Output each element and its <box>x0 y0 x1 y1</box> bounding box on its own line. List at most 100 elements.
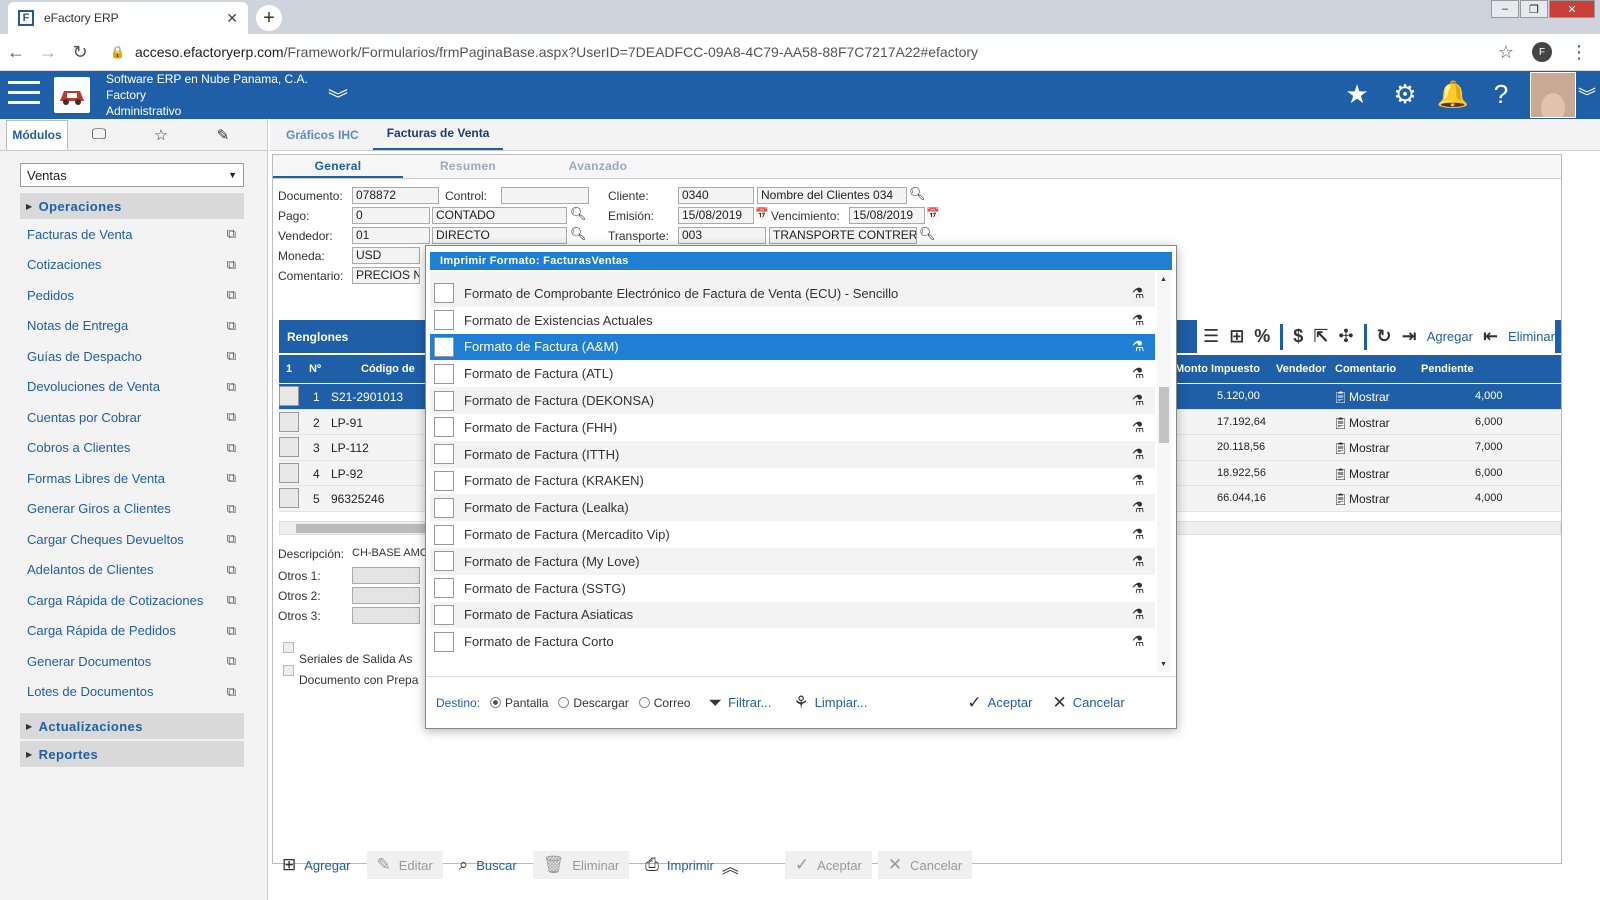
format-preview-icon[interactable]: ⚗ <box>1127 499 1149 516</box>
aceptar-button[interactable]: ✓ Aceptar <box>784 851 872 879</box>
refresh-icon[interactable]: ↻ <box>1377 326 1392 347</box>
transporte-desc-field[interactable]: TRANSPORTE CONTRERA <box>769 227 917 244</box>
external-link-icon[interactable]: ⧉ <box>227 440 236 456</box>
double-chevron-down-icon[interactable]: ︾ <box>328 83 348 112</box>
pago-field[interactable]: 0 <box>352 207 430 224</box>
sidebar-item[interactable]: Devoluciones de Venta ⧉ <box>20 372 244 403</box>
moneda-field[interactable]: USD <box>352 247 420 264</box>
format-checkbox[interactable] <box>434 604 454 625</box>
format-row[interactable]: Formato de Existencias Actuales ⚗ <box>430 307 1155 334</box>
browser-tab[interactable]: F eFactory ERP ✕ <box>8 2 248 34</box>
format-row[interactable]: Formato de Factura (FHH) ⚗ <box>430 414 1155 441</box>
format-row[interactable]: Formato de Factura (ATL) ⚗ <box>430 360 1155 387</box>
grid-add-button[interactable]: Agregar <box>1427 329 1473 344</box>
format-checkbox[interactable] <box>434 417 454 438</box>
search-icon[interactable]: 🔍︎ <box>570 226 587 242</box>
format-preview-icon[interactable]: ⚗ <box>1127 285 1149 302</box>
browser-menu-icon[interactable]: ⋮ <box>1570 42 1588 63</box>
format-preview-icon[interactable]: ⚗ <box>1127 553 1149 570</box>
row-checkbox[interactable] <box>279 437 299 457</box>
restore-icon[interactable]: ❐ <box>1520 0 1548 18</box>
row-comentario[interactable]: Mostrar <box>1349 441 1390 455</box>
list-icon[interactable]: ☰ <box>1203 326 1219 347</box>
documento-prep-checkbox[interactable] <box>283 665 294 676</box>
add-row-icon[interactable]: ⇥ <box>1402 326 1417 347</box>
external-link-icon[interactable]: ⧉ <box>227 653 236 669</box>
format-preview-icon[interactable]: ⚗ <box>1127 419 1149 436</box>
reload-icon[interactable]: ↻ <box>64 42 96 63</box>
external-link-icon[interactable]: ⧉ <box>227 379 236 395</box>
format-checkbox[interactable] <box>434 631 454 652</box>
url-field[interactable]: 🔒 acceso.efactoryerp.com /Framework/Form… <box>110 44 1498 60</box>
notes-icon[interactable]: ✎ <box>192 120 254 150</box>
pago-desc-field[interactable]: CONTADO <box>432 207 567 224</box>
format-checkbox[interactable] <box>434 551 454 572</box>
section-actualizaciones[interactable]: ▶ Actualizaciones <box>20 713 244 739</box>
format-row[interactable]: Formato de Factura Corto ⚗ <box>430 628 1155 655</box>
calendar-icon[interactable]: 📅 <box>755 207 769 220</box>
sidebar-item[interactable]: Carga Rápida de Cotizaciones ⧉ <box>20 585 244 616</box>
sidebar-item[interactable]: Cuentas por Cobrar ⧉ <box>20 402 244 433</box>
dialog-cancelar-button[interactable]: ✕ Cancelar <box>1052 693 1124 713</box>
tab-graficos-ihc[interactable]: Gráficos IHC <box>272 128 373 150</box>
subtab-general[interactable]: General <box>273 155 403 178</box>
seriales-checkbox[interactable] <box>283 642 294 653</box>
grid-remove-button[interactable]: Eliminar <box>1508 329 1555 344</box>
comment-icon[interactable]: 📋︎ <box>1333 467 1348 481</box>
row-checkbox[interactable] <box>279 488 299 508</box>
export-icon[interactable]: ⇱ <box>1313 326 1328 347</box>
otros1-field[interactable] <box>352 567 420 584</box>
external-link-icon[interactable]: ⧉ <box>227 287 236 303</box>
external-link-icon[interactable]: ⧉ <box>227 348 236 364</box>
user-avatar[interactable] <box>1530 72 1576 118</box>
row-comentario[interactable]: Mostrar <box>1349 416 1390 430</box>
external-link-icon[interactable]: ⧉ <box>227 470 236 486</box>
format-checkbox[interactable] <box>434 497 454 518</box>
sidebar-item[interactable]: Facturas de Venta ⧉ <box>20 219 244 250</box>
sidebar-item[interactable]: Cargar Cheques Devueltos ⧉ <box>20 524 244 555</box>
vendedor-desc-field[interactable]: DIRECTO <box>432 227 567 244</box>
format-preview-icon[interactable]: ⚗ <box>1127 338 1149 355</box>
tab-modulos[interactable]: Módulos <box>6 119 68 150</box>
dialog-aceptar-button[interactable]: ✓ Aceptar <box>967 693 1032 713</box>
scroll-thumb[interactable] <box>1159 387 1169 443</box>
format-preview-icon[interactable]: ⚗ <box>1127 580 1149 597</box>
comment-icon[interactable]: 📋︎ <box>1333 441 1348 455</box>
minimize-icon[interactable]: – <box>1491 0 1519 18</box>
documento-field[interactable]: 078872 <box>352 187 439 204</box>
emision-field[interactable]: 15/08/2019 <box>678 207 754 224</box>
format-checkbox[interactable] <box>434 578 454 599</box>
bookmark-star-icon[interactable]: ☆ <box>1498 42 1514 63</box>
vencimiento-field[interactable]: 15/08/2019 <box>849 207 925 224</box>
back-arrow-icon[interactable]: ← <box>0 42 32 63</box>
format-preview-icon[interactable]: ⚗ <box>1127 365 1149 382</box>
external-link-icon[interactable]: ⧉ <box>227 623 236 639</box>
window-close-icon[interactable]: ✕ <box>1549 0 1595 18</box>
format-preview-icon[interactable]: ⚗ <box>1127 526 1149 543</box>
section-reportes[interactable]: ▶ Reportes <box>20 741 244 767</box>
user-menu-chevron-icon[interactable]: ︾ <box>1578 83 1596 109</box>
limpiar-button[interactable]: ⚘ Limpiar... <box>793 693 867 713</box>
format-row[interactable]: Formato de Factura (My Love) ⚗ <box>430 548 1155 575</box>
monitor-icon[interactable]: 🖵 <box>68 120 130 150</box>
notifications-bell-icon[interactable]: 🔔 <box>1437 79 1469 109</box>
subtab-resumen[interactable]: Resumen <box>403 155 533 178</box>
sidebar-item[interactable]: Pedidos ⧉ <box>20 280 244 311</box>
comment-icon[interactable]: 📋︎ <box>1333 416 1348 430</box>
row-checkbox[interactable] <box>279 462 299 483</box>
format-preview-icon[interactable]: ⚗ <box>1127 472 1149 489</box>
percent-icon[interactable]: % <box>1254 326 1270 347</box>
double-chevron-up-icon[interactable]: ︽ <box>722 853 739 878</box>
cancelar-button[interactable]: ✕ Cancelar <box>877 851 973 879</box>
comment-icon[interactable]: 📋︎ <box>1333 390 1348 404</box>
external-link-icon[interactable]: ⧉ <box>227 409 236 425</box>
search-icon[interactable]: 🔍︎ <box>570 206 587 222</box>
format-checkbox[interactable] <box>434 283 454 304</box>
format-row[interactable]: Formato de Factura (A&M) ⚗ <box>430 333 1155 361</box>
external-link-icon[interactable]: ⧉ <box>227 501 236 517</box>
transporte-field[interactable]: 003 <box>678 227 766 244</box>
format-checkbox[interactable] <box>434 363 454 384</box>
format-checkbox[interactable] <box>434 524 454 545</box>
format-row[interactable]: Formato de Factura (KRAKEN) ⚗ <box>430 468 1155 495</box>
remove-row-icon[interactable]: ⇤ <box>1483 326 1498 347</box>
